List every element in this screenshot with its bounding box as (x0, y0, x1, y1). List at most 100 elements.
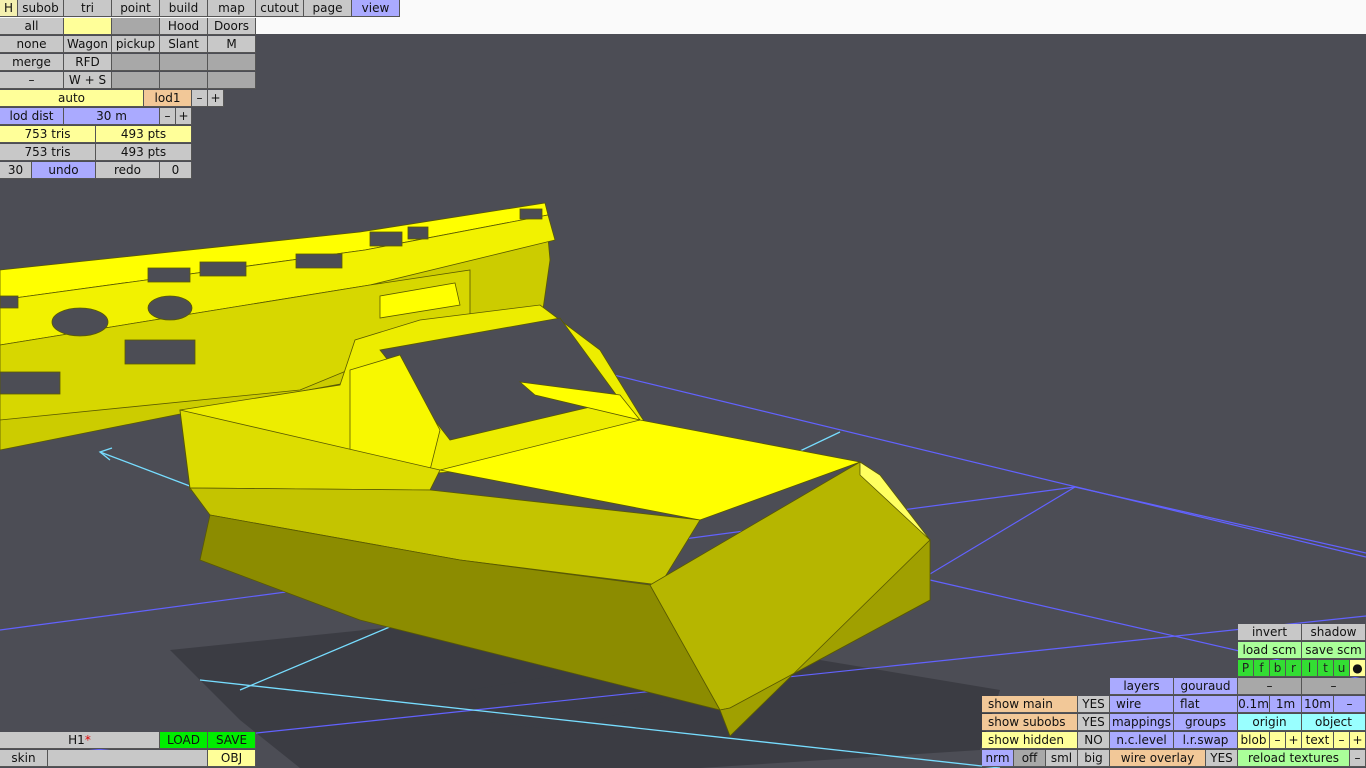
show-hidden-button[interactable]: show hidden (982, 732, 1078, 749)
point-count-total: 493 pts (96, 144, 192, 161)
view-back-button[interactable]: b (1270, 660, 1286, 677)
undo-button[interactable]: undo (32, 162, 96, 179)
wire-overlay-button[interactable]: wire overlay (1110, 750, 1206, 767)
redo-count: 0 (160, 162, 192, 179)
selection-slot[interactable] (208, 54, 256, 71)
normals-nrm-button[interactable]: nrm (982, 750, 1014, 767)
blob-button[interactable]: blob (1238, 732, 1270, 749)
text-increment-button[interactable]: + (1350, 732, 1366, 749)
redo-button[interactable]: redo (96, 162, 160, 179)
wagon-button[interactable]: Wagon (64, 36, 112, 53)
viewport-3d[interactable] (0, 0, 1366, 768)
origin-button[interactable]: origin (1238, 714, 1302, 731)
save-scm-button[interactable]: save scm (1302, 642, 1366, 659)
lod-dist-increment-button[interactable]: + (176, 108, 192, 125)
wire-button[interactable]: wire (1110, 696, 1174, 713)
grid-10m-button[interactable]: 10m (1302, 696, 1334, 713)
normals-small-button[interactable]: sml (1046, 750, 1078, 767)
tab-build[interactable]: build (160, 0, 208, 17)
blob-decrement-button[interactable]: – (1270, 732, 1286, 749)
selection-slot[interactable] (160, 72, 208, 89)
auto-lod-button[interactable]: auto (0, 90, 144, 107)
load-button[interactable]: LOAD (160, 732, 208, 749)
text-decrement-button[interactable]: – (1334, 732, 1350, 749)
selection-slot[interactable] (112, 54, 160, 71)
undo-count: 30 (0, 162, 32, 179)
view-right-button[interactable]: r (1286, 660, 1302, 677)
tab-map[interactable]: map (208, 0, 256, 17)
view-front-button[interactable]: f (1254, 660, 1270, 677)
grid-1m-button[interactable]: 1m (1270, 696, 1302, 713)
gouraud-button[interactable]: gouraud (1174, 678, 1238, 695)
select-all-button[interactable]: all (0, 18, 64, 35)
wire-overlay-value[interactable]: YES (1206, 750, 1238, 767)
doors-button[interactable]: Doors (208, 18, 256, 35)
show-hidden-value[interactable]: NO (1078, 732, 1110, 749)
rfd-button[interactable]: RFD (64, 54, 112, 71)
skin-button[interactable]: skin (0, 750, 48, 767)
flat-button[interactable]: flat (1174, 696, 1238, 713)
view-left-button[interactable]: l (1302, 660, 1318, 677)
tab-cutout[interactable]: cutout (256, 0, 304, 17)
invert-button[interactable]: invert (1238, 624, 1302, 641)
groups-button[interactable]: groups (1174, 714, 1238, 731)
reload-textures-button[interactable]: reload textures (1238, 750, 1350, 767)
selection-slot-empty[interactable] (64, 18, 112, 35)
show-subobs-value[interactable]: YES (1078, 714, 1110, 731)
tab-point[interactable]: point (112, 0, 160, 17)
hood-button[interactable]: Hood (160, 18, 208, 35)
tab-view[interactable]: view (352, 0, 400, 17)
ws-button[interactable]: W + S (64, 72, 112, 89)
tab-subob[interactable]: subob (18, 0, 64, 17)
grid-01m-button[interactable]: 0.1m (1238, 696, 1270, 713)
lod-increment-button[interactable]: + (208, 90, 224, 107)
slant-button[interactable]: Slant (160, 36, 208, 53)
selection-slot[interactable] (160, 54, 208, 71)
model-name-text: H1 (68, 733, 85, 747)
lod-dist-value[interactable]: 30 m (64, 108, 160, 125)
view-dot-icon[interactable]: ● (1350, 660, 1366, 677)
selection-slot[interactable] (112, 72, 160, 89)
mappings-button[interactable]: mappings (1110, 714, 1174, 731)
tab-h[interactable]: H (0, 0, 18, 17)
load-scm-button[interactable]: load scm (1238, 642, 1302, 659)
tri-count-total: 753 tris (0, 144, 96, 161)
select-none-button[interactable]: none (0, 36, 64, 53)
view-p-button[interactable]: P (1238, 660, 1254, 677)
minus-button[interactable]: – (0, 72, 64, 89)
tab-tri[interactable]: tri (64, 0, 112, 17)
show-main-button[interactable]: show main (982, 696, 1078, 713)
save-button[interactable]: SAVE (208, 732, 256, 749)
blob-increment-button[interactable]: + (1286, 732, 1302, 749)
show-subobs-button[interactable]: show subobs (982, 714, 1078, 731)
lod-selector[interactable]: lod1 (144, 90, 192, 107)
model-name[interactable]: H1* (0, 732, 160, 749)
text-button[interactable]: text (1302, 732, 1334, 749)
lod-dist-label: lod dist (0, 108, 64, 125)
lod-dist-decrement-button[interactable]: – (160, 108, 176, 125)
merge-button[interactable]: merge (0, 54, 64, 71)
view-under-button[interactable]: u (1334, 660, 1350, 677)
tab-page[interactable]: page (304, 0, 352, 17)
grid-minus-button[interactable]: – (1334, 696, 1366, 713)
shadow-button[interactable]: shadow (1302, 624, 1366, 641)
step-left-button[interactable]: – (1238, 678, 1302, 695)
pickup-button[interactable]: pickup (112, 36, 160, 53)
step-right-button[interactable]: – (1302, 678, 1366, 695)
selection-slot[interactable] (112, 18, 160, 35)
layers-button[interactable]: layers (1110, 678, 1174, 695)
view-top-button[interactable]: t (1318, 660, 1334, 677)
lr-swap-button[interactable]: l.r.swap (1174, 732, 1238, 749)
show-main-value[interactable]: YES (1078, 696, 1110, 713)
selection-slot[interactable] (208, 72, 256, 89)
reload-minus-button[interactable]: – (1350, 750, 1366, 767)
obj-button[interactable]: OBJ (208, 750, 256, 767)
object-button[interactable]: object (1302, 714, 1366, 731)
lod-decrement-button[interactable]: – (192, 90, 208, 107)
nc-level-button[interactable]: n.c.level (1110, 732, 1174, 749)
point-count: 493 pts (96, 126, 192, 143)
normals-off-button[interactable]: off (1014, 750, 1046, 767)
m-button[interactable]: M (208, 36, 256, 53)
normals-big-button[interactable]: big (1078, 750, 1110, 767)
skin-field[interactable] (48, 750, 208, 767)
